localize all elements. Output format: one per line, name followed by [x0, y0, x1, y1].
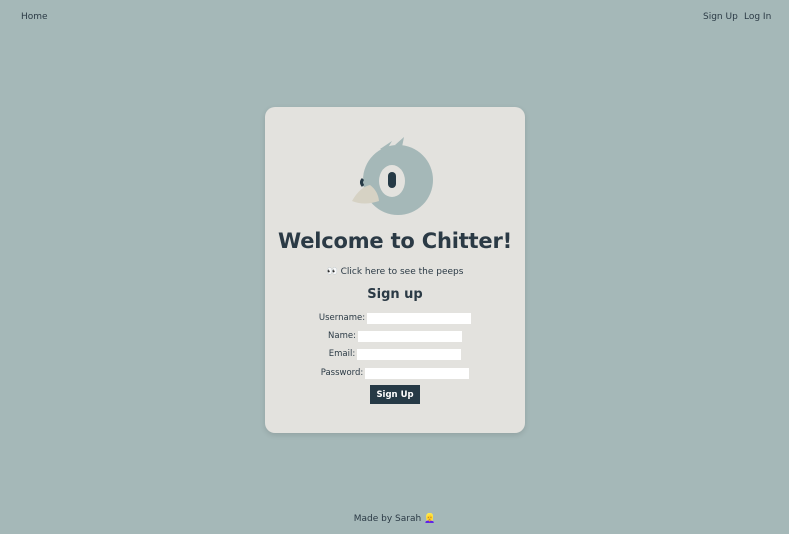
- username-label: Username:: [318, 313, 366, 323]
- signup-card: Welcome to Chitter! 👀 Click here to see …: [265, 107, 525, 433]
- nav-login-link[interactable]: Log In: [744, 12, 771, 22]
- email-label: Email:: [328, 349, 356, 359]
- name-input[interactable]: [357, 330, 462, 342]
- email-input[interactable]: [357, 348, 462, 360]
- welcome-title: Welcome to Chitter!: [278, 229, 512, 253]
- see-peeps-link[interactable]: 👀 Click here to see the peeps: [265, 267, 525, 277]
- footer-credit: Made by Sarah 👱‍♀️: [353, 514, 436, 524]
- signup-submit-button[interactable]: Sign Up: [370, 385, 420, 404]
- bird-logo-icon: [352, 137, 433, 215]
- username-row: Username:: [265, 311, 525, 325]
- password-row: Password:: [265, 366, 525, 380]
- name-label: Name:: [328, 331, 356, 341]
- password-input[interactable]: [365, 367, 470, 379]
- top-nav: Home Sign Up Log In: [0, 12, 789, 26]
- signup-form-title: Sign up: [367, 287, 423, 302]
- nav-signup-link[interactable]: Sign Up: [703, 12, 738, 22]
- email-row: Email:: [265, 347, 525, 361]
- name-row: Name:: [265, 329, 525, 343]
- username-input[interactable]: [367, 312, 472, 324]
- password-label: Password:: [320, 368, 364, 378]
- nav-home-link[interactable]: Home: [21, 12, 48, 22]
